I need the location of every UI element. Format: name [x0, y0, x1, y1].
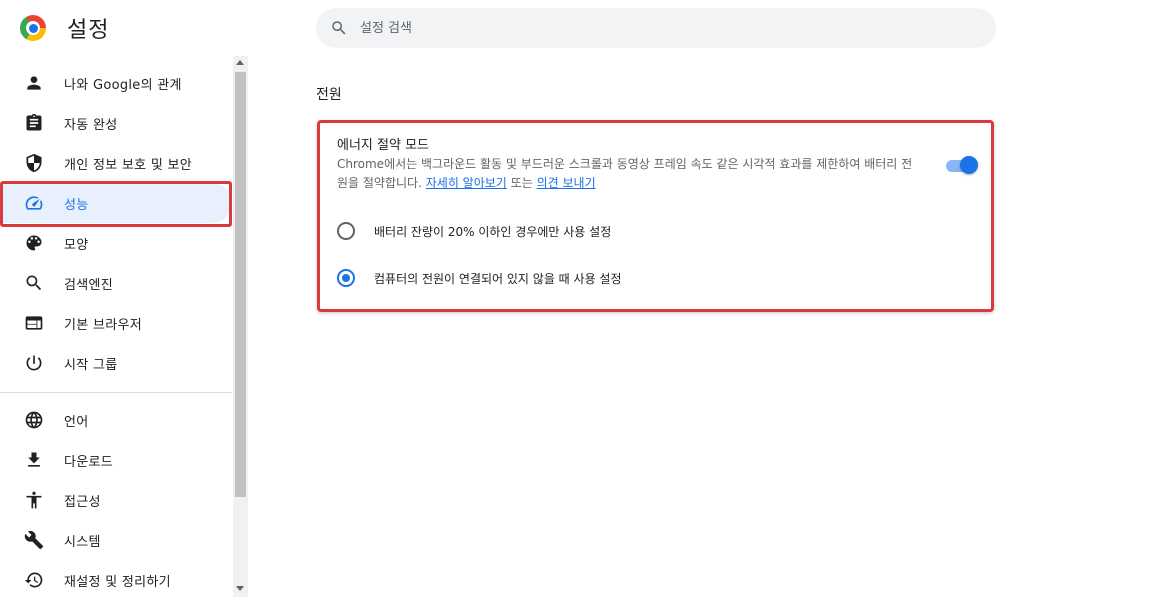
sidebar-item-system[interactable]: 시스템	[0, 520, 232, 560]
sidebar-item-you-and-google[interactable]: 나와 Google의 관계	[0, 63, 232, 103]
browser-window-icon	[23, 312, 45, 334]
sidebar-item-label: 자동 완성	[64, 117, 118, 133]
page-title: 설정	[67, 18, 110, 43]
sidebar-item-reset-and-cleanup[interactable]: 재설정 및 정리하기	[0, 560, 232, 597]
scrollbar-thumb[interactable]	[235, 72, 246, 497]
sidebar-item-label: 재설정 및 정리하기	[64, 574, 171, 590]
conjunction-text: 또는	[510, 176, 533, 190]
accessibility-icon	[23, 489, 45, 511]
sidebar-item-appearance[interactable]: 모양	[0, 223, 232, 263]
sidebar-item-label: 기본 브라우저	[64, 317, 142, 333]
radio-option-unplugged[interactable]: 컴퓨터의 전원이 연결되어 있지 않을 때 사용 설정	[337, 266, 622, 290]
energy-saver-title: 에너지 절약 모드	[337, 138, 429, 153]
search-input[interactable]	[360, 8, 960, 48]
person-icon	[23, 72, 45, 94]
search-bar[interactable]	[316, 8, 996, 48]
download-icon	[23, 449, 45, 471]
radio-option-battery-low[interactable]: 배터리 잔량이 20% 이하인 경우에만 사용 설정	[337, 219, 611, 243]
sidebar-item-autofill[interactable]: 자동 완성	[0, 103, 232, 143]
sidebar-item-label: 다운로드	[64, 454, 114, 470]
sidebar-scrollbar[interactable]	[233, 56, 248, 597]
sidebar-item-languages[interactable]: 언어	[0, 400, 232, 440]
send-feedback-link[interactable]: 의견 보내기	[537, 176, 596, 190]
sidebar-item-label: 접근성	[64, 494, 101, 510]
history-icon	[23, 569, 45, 591]
power-icon	[23, 352, 45, 374]
search-icon	[23, 272, 45, 294]
radio-label: 컴퓨터의 전원이 연결되어 있지 않을 때 사용 설정	[374, 271, 622, 286]
sidebar-item-default-browser[interactable]: 기본 브라우저	[0, 303, 232, 343]
sidebar-item-label: 언어	[64, 414, 89, 430]
sidebar-nav: 나와 Google의 관계 자동 완성 개인 정보 보호 및 보안 성능 모양	[0, 60, 248, 597]
sidebar-item-label: 개인 정보 보호 및 보안	[64, 157, 193, 173]
section-title: 전원	[316, 87, 342, 103]
energy-saver-card: 에너지 절약 모드 Chrome에서는 백그라운드 활동 및 부드러운 스크롤과…	[317, 120, 994, 312]
sidebar-item-label: 시스템	[64, 534, 101, 550]
scroll-down-arrow-icon[interactable]	[236, 586, 244, 591]
settings-page: 설정 나와 Google의 관계 자동 완성 개인 정보 보호 및 보안	[0, 0, 1164, 597]
sidebar-item-label: 모양	[64, 237, 89, 253]
radio-button-checked[interactable]	[337, 269, 355, 287]
sidebar-divider	[0, 392, 232, 393]
toggle-knob	[960, 156, 978, 174]
sidebar-item-performance[interactable]: 성능	[0, 183, 232, 223]
energy-saver-toggle[interactable]	[946, 154, 978, 176]
clipboard-icon	[23, 112, 45, 134]
energy-saver-description: Chrome에서는 백그라운드 활동 및 부드러운 스크롤과 동영상 프레임 속…	[337, 155, 922, 193]
sidebar-item-privacy-security[interactable]: 개인 정보 보호 및 보안	[0, 143, 232, 183]
sidebar-item-accessibility[interactable]: 접근성	[0, 480, 232, 520]
wrench-icon	[23, 529, 45, 551]
radio-label: 배터리 잔량이 20% 이하인 경우에만 사용 설정	[374, 224, 612, 239]
learn-more-link[interactable]: 자세히 알아보기	[426, 176, 507, 190]
speedometer-icon	[23, 192, 45, 214]
description-text: Chrome에서는 백그라운드 활동 및 부드러운 스크롤과 동영상 프레임 속…	[337, 157, 913, 190]
palette-icon	[23, 232, 45, 254]
sidebar-item-downloads[interactable]: 다운로드	[0, 440, 232, 480]
chrome-logo-icon	[20, 15, 46, 41]
sidebar-item-label: 나와 Google의 관계	[64, 77, 182, 93]
scroll-up-arrow-icon[interactable]	[236, 60, 244, 65]
shield-icon	[23, 152, 45, 174]
radio-button[interactable]	[337, 222, 355, 240]
globe-icon	[23, 409, 45, 431]
sidebar-item-on-startup[interactable]: 시작 그룹	[0, 343, 232, 383]
sidebar-item-search-engine[interactable]: 검색엔진	[0, 263, 232, 303]
sidebar-item-label: 성능	[64, 197, 89, 213]
sidebar-item-label: 시작 그룹	[64, 357, 118, 373]
sidebar-item-label: 검색엔진	[64, 277, 114, 293]
search-icon	[332, 21, 346, 35]
